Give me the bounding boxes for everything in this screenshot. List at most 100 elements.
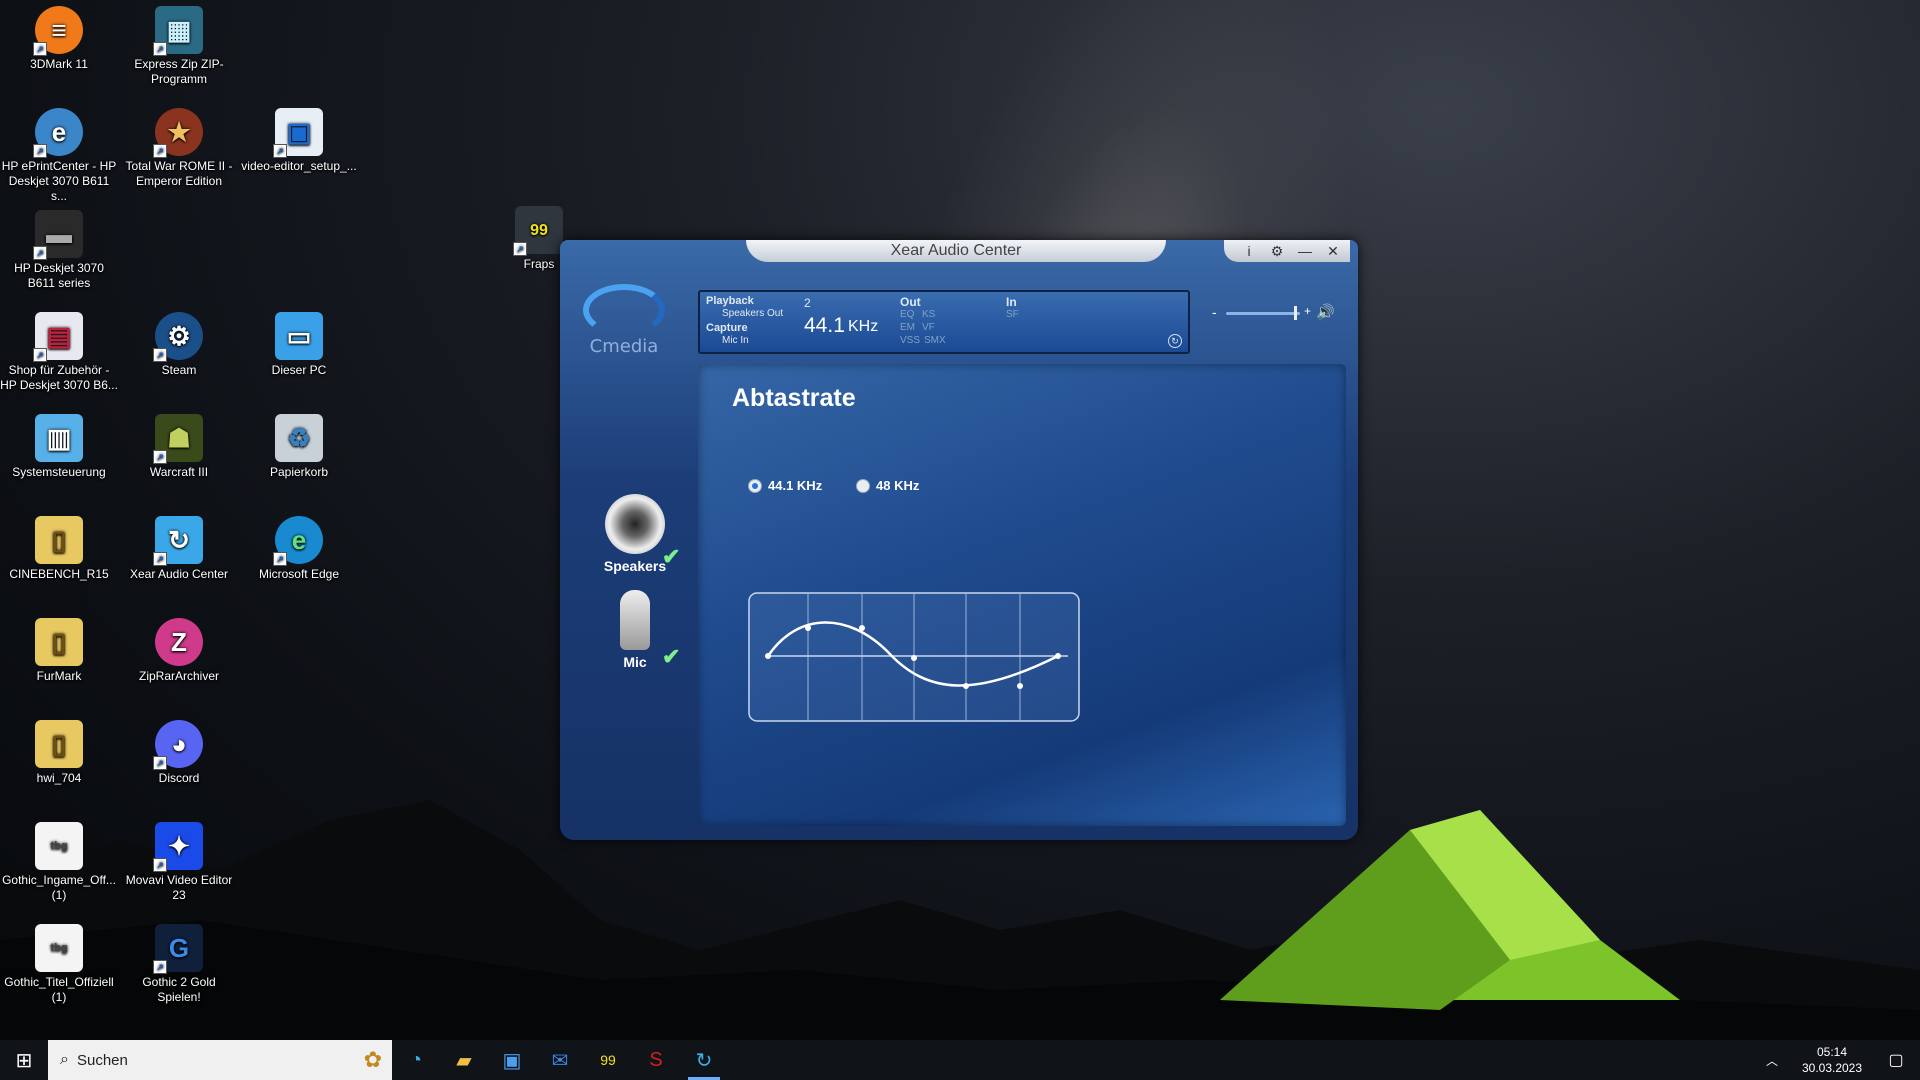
desktop-icon-discord[interactable]: ◕ ↗ Discord <box>120 716 238 786</box>
em-indicator: EM <box>900 322 915 333</box>
3dmark-icon: ≡ ↗ <box>33 6 83 56</box>
file-icon: tbg <box>35 822 83 870</box>
file-explorer-icon[interactable]: ▰ <box>440 1040 488 1080</box>
option-label: 48 KHz <box>876 478 920 493</box>
desktop-icon-label: Gothic_Titel_Offiziell (1) <box>4 975 114 1004</box>
window-title: Xear Audio Center <box>746 240 1166 262</box>
radio-unselected-icon[interactable] <box>856 478 870 493</box>
speaker-icon[interactable]: 🔊 <box>1316 303 1335 321</box>
sample-rate-unit: KHz <box>848 318 879 335</box>
start-button[interactable]: ⊞ <box>0 1040 48 1080</box>
check-icon[interactable]: ✔ <box>662 644 680 670</box>
desktop-icon-steam[interactable]: ⚙ ↗ Steam <box>120 308 238 378</box>
clock-date: 30.03.2023 <box>1801 1061 1863 1075</box>
desktop-icon-movavi[interactable]: ✦ ↗ Movavi Video Editor 23 <box>120 818 238 903</box>
desktop-icon-label: Xear Audio Center <box>129 567 229 581</box>
desktop-icon-video-editor-setup[interactable]: ▣ ↗ video-editor_setup_... <box>240 104 358 174</box>
computer-icon: ▭ <box>275 312 323 360</box>
radio-selected-icon[interactable] <box>748 478 762 493</box>
desktop-icon-label: Discord <box>158 771 200 785</box>
desktop-icon-papierkorb[interactable]: ♻ Papierkorb <box>240 410 358 480</box>
desktop-icon-edge[interactable]: e ↗ Microsoft Edge <box>240 512 358 582</box>
desktop-icon-gothic-titel[interactable]: tbg Gothic_Titel_Offiziell (1) <box>0 920 118 1005</box>
edge-taskbar-icon[interactable]: ◔ <box>392 1040 440 1080</box>
close-button[interactable]: ✕ <box>1320 240 1346 262</box>
volume-track[interactable] <box>1226 312 1300 315</box>
desktop-icon-dieser-pc[interactable]: ▭ Dieser PC <box>240 308 358 378</box>
vss-indicator: VSS <box>900 335 921 346</box>
express-zip-icon: ▦ ↗ <box>153 6 203 56</box>
logo-text: Cmedia <box>589 336 659 357</box>
fraps-taskbar-icon[interactable]: 99 <box>584 1040 632 1080</box>
desktop-icon-systemsteuerung[interactable]: ▥ Systemsteuerung <box>0 410 118 480</box>
desktop-icon-total-war[interactable]: ★ ↗ Total War ROME II - Emperor Edition <box>120 104 238 189</box>
shop-icon: ▤ ↗ <box>33 312 83 362</box>
desktop-icon-label: video-editor_setup_... <box>241 159 357 173</box>
system-tray: ︿ 05:14 30.03.2023 ▢ <box>1766 1040 1920 1080</box>
desktop-icon-gothic2[interactable]: G ↗ Gothic 2 Gold Spielen! <box>120 920 238 1005</box>
desktop-icon-label: Steam <box>161 363 197 377</box>
mic-in-label: Mic In <box>722 335 749 346</box>
desktop-icon-furmark[interactable]: ▯ FurMark <box>0 614 118 684</box>
folder-icon: ▯ <box>35 720 83 768</box>
desktop-icon-label: Total War ROME II - Emperor Edition <box>125 159 233 188</box>
app-s-icon[interactable]: S <box>632 1040 680 1080</box>
ks-indicator: KS <box>922 309 936 320</box>
vf-indicator: VF <box>922 322 935 333</box>
option-44-1-khz[interactable]: 44.1 KHz <box>748 478 822 493</box>
eq-indicator: EQ <box>900 309 915 320</box>
search-box[interactable]: ⌕ Suchen ✿ <box>48 1040 392 1080</box>
chevron-up-icon[interactable]: ︿ <box>1766 1052 1778 1069</box>
capture-label: Capture <box>706 322 748 334</box>
clock[interactable]: 05:14 30.03.2023 <box>1792 1044 1872 1076</box>
desktop-icon-label: FurMark <box>36 669 82 683</box>
warcraft-icon: ☗ ↗ <box>153 414 203 464</box>
desktop-icon-label: Movavi Video Editor 23 <box>125 873 233 902</box>
steam-icon: ⚙ ↗ <box>153 312 203 362</box>
xear-audio-center-window: Xear Audio Center i ⚙ — ✕ Cmedia Playbac… <box>560 240 1358 840</box>
search-icon: ⌕ <box>60 1051 69 1068</box>
mail-icon[interactable]: ✉ <box>536 1040 584 1080</box>
volume-knob[interactable] <box>1294 306 1297 320</box>
refresh-icon[interactable]: ↻ <box>1168 334 1182 348</box>
desktop-icon-warcraft[interactable]: ☗ ↗ Warcraft III <box>120 410 238 480</box>
desktop-icon-xear[interactable]: ↻ ↗ Xear Audio Center <box>120 512 238 582</box>
cmedia-swirl-icon <box>583 284 665 336</box>
ziprar-icon: Z <box>155 618 203 666</box>
desktop-icon-express-zip[interactable]: ▦ ↗ Express Zip ZIP-Programm <box>120 2 238 87</box>
volume-minus[interactable]: - <box>1212 304 1217 320</box>
page-title: Abtastrate <box>732 384 856 412</box>
volume-plus[interactable]: + <box>1304 304 1311 318</box>
desktop-icon-label: hwi_704 <box>36 771 82 785</box>
xear-icon: ↻ ↗ <box>153 516 203 566</box>
movavi-icon: ✦ ↗ <box>153 822 203 872</box>
store-icon[interactable]: ▣ <box>488 1040 536 1080</box>
desktop-icon-label: ZipRarArchiver <box>138 669 219 683</box>
window-controls: i ⚙ — ✕ <box>1224 240 1350 262</box>
installer-icon: ▣ ↗ <box>273 108 323 158</box>
desktop-icon-hp-eprintcenter[interactable]: e ↗ HP ePrintCenter - HP Deskjet 3070 B61… <box>0 104 118 204</box>
speakers-out-label: Speakers Out <box>722 308 784 319</box>
desktop-icon-cinebench[interactable]: ▯ CINEBENCH_R15 <box>0 512 118 582</box>
desktop-icon-label: 3DMark 11 <box>30 57 88 71</box>
taskbar: ⊞ ⌕ Suchen ✿ ◔ ▰ ▣ ✉ 99 S ↻ ︿ 05:14 30.0… <box>0 1040 1920 1080</box>
desktop-icon-label: HP Deskjet 3070 B611 series <box>14 261 104 290</box>
desktop-icon-gothic-ingame[interactable]: tbg Gothic_Ingame_Off... (1) <box>0 818 118 903</box>
info-button[interactable]: i <box>1236 240 1262 262</box>
desktop-icon-hp-deskjet[interactable]: ▬ ↗ HP Deskjet 3070 B611 series <box>0 206 118 291</box>
desktop-icon-3dmark[interactable]: ≡ ↗ 3DMark 11 <box>0 2 118 72</box>
notification-icon[interactable]: ▢ <box>1872 1050 1920 1070</box>
channel-count: 2 <box>804 296 811 310</box>
desktop-icon-hp-shop[interactable]: ▤ ↗ Shop für Zubehör - HP Deskjet 3070 B6… <box>0 308 118 393</box>
desktop-icon-hwi[interactable]: ▯ hwi_704 <box>0 716 118 786</box>
discord-icon: ◕ ↗ <box>153 720 203 770</box>
hp-eprint-icon: e ↗ <box>33 108 83 158</box>
desktop-icon-label: Systemsteuerung <box>12 465 106 479</box>
settings-button[interactable]: ⚙ <box>1264 240 1290 262</box>
minimize-button[interactable]: — <box>1292 240 1318 262</box>
check-icon[interactable]: ✔ <box>662 544 680 570</box>
option-48-khz[interactable]: 48 KHz <box>856 478 919 493</box>
desktop-icon-ziprararchiver[interactable]: Z ZipRarArchiver <box>120 614 238 684</box>
xear-taskbar-icon[interactable]: ↻ <box>680 1040 728 1080</box>
volume-slider[interactable]: - + 🔊 <box>1210 303 1340 321</box>
